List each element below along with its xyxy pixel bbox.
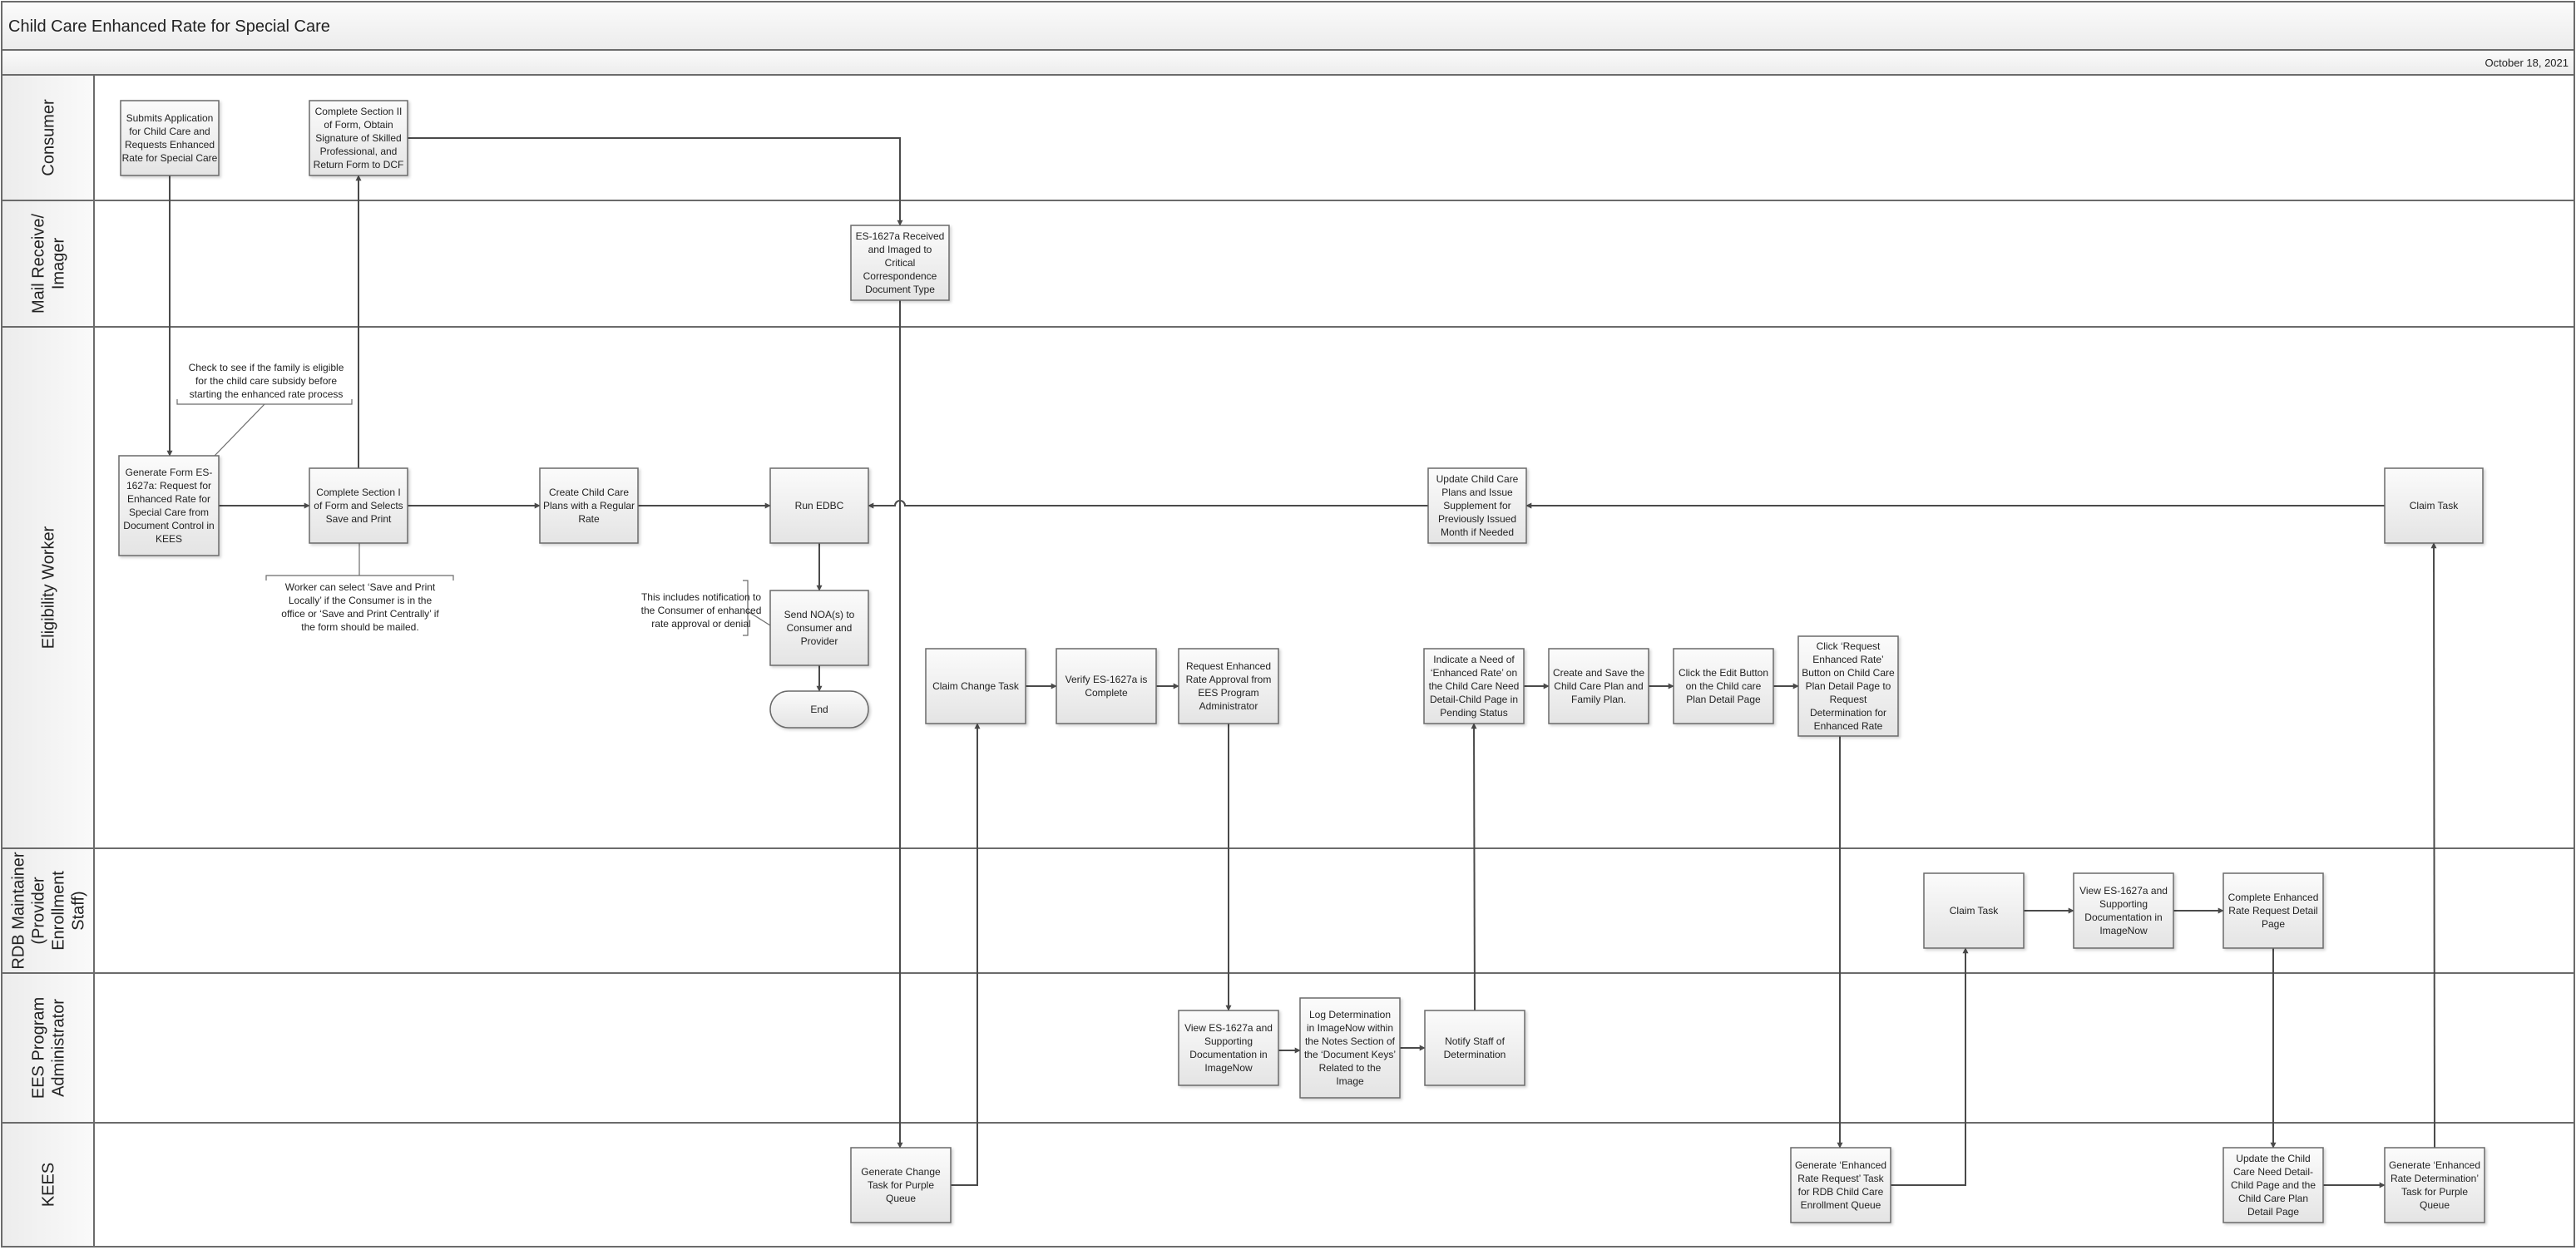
step-update-need-detail: Update the Child Care Need Detail-Child P… <box>2222 1147 2324 1223</box>
lane-body <box>1 1122 2575 1248</box>
step-label: Run EDBC <box>795 500 844 511</box>
step-claim-task-rdb: Claim Task <box>1923 872 2025 949</box>
step-request-approval: Request Enhanced Rate Approval from EES Pr… <box>1178 648 1279 724</box>
step-gen-request-task: Generate ‘Enhanced Rate Request’ Task for … <box>1790 1147 1891 1223</box>
step-click-request: Click ‘Request Enhanced Rate’ Button on Ch… <box>1797 635 1899 737</box>
step-notify-staff: Notify Staff of Determination <box>1424 1010 1525 1086</box>
step-submit-app: Submits Application for Child Care and Req… <box>120 100 220 176</box>
lane-ees: EES Program Administrator <box>1 972 2575 1124</box>
step-label: End <box>810 704 828 715</box>
step-label: Click ‘Request Enhanced Rate’ Button on Ch… <box>1802 640 1895 732</box>
lane-body <box>1 200 2575 328</box>
step-click-edit: Click the Edit Button on the Child care Pl… <box>1673 648 1774 724</box>
step-label: Claim Task <box>1950 905 1999 917</box>
step-label: Update Child Care Plans and Issue Suppleme… <box>1436 473 1519 538</box>
diagram-date: October 18, 2021 <box>2485 57 2569 69</box>
step-view-es-rdb: View ES-1627a and Supporting Documentation… <box>2073 872 2174 949</box>
step-send-noa: Send NOA(s) to Consumer and Provider <box>769 590 869 666</box>
lane-header <box>1 200 95 328</box>
diagram-title: Child Care Enhanced Rate for Special Car… <box>8 17 330 36</box>
step-update-plans: Update Child Care Plans and Issue Suppleme… <box>1427 467 1527 544</box>
lane-header <box>1 972 95 1124</box>
step-label: Complete Section II of Form, Obtain Signat… <box>314 106 404 170</box>
step-log-determination: Log Determination in ImageNow within the N… <box>1299 997 1401 1099</box>
step-complete-sec2: Complete Section II of Form, Obtain Signat… <box>309 100 408 176</box>
swimlane-diagram: Child Care Enhanced Rate for Special Car… <box>1 1 2575 1248</box>
swimlanes: Consumer Mail Receive/Imager Eligibility W… <box>1 74 2575 1248</box>
step-claim-change: Claim Change Task <box>925 648 1026 724</box>
step-generate-form: Generate Form ES-1627a: Request for Enhan… <box>118 455 220 556</box>
step-label: Complete Section Iof Form and Selects Sav… <box>314 487 403 525</box>
step-gen-change-task: Generate Change Task for Purple Queue <box>850 1147 952 1223</box>
process-box <box>1424 1010 1525 1086</box>
step-complete-sec1: Complete Section Iof Form and Selects Sav… <box>309 467 408 544</box>
step-complete-enhanced: Complete Enhanced Rate Request Detail Page <box>2222 872 2324 949</box>
lane-body <box>1 972 2575 1124</box>
step-gen-determination-task: Generate ‘Enhanced Rate Determination’ Tas… <box>2384 1147 2485 1223</box>
flow-gen-determination-to-claim-ew <box>2430 542 2437 1149</box>
annotation-text: This includes notification to the Consume… <box>641 591 762 630</box>
step-end: End <box>769 690 869 729</box>
step-view-es-ees: View ES-1627a and Supporting Documentation… <box>1178 1010 1279 1086</box>
process-box <box>1056 648 1157 724</box>
step-label: Indicate a Need of ‘Enhanced Rate’ on the … <box>1429 654 1520 719</box>
lane-kees: KEES <box>1 1122 2575 1248</box>
step-label: Claim Change Task <box>932 680 1020 692</box>
step-create-save: Create and Save the Child Care Plan and Fa… <box>1548 648 1649 724</box>
lane-mail: Mail Receive/Imager <box>1 200 2575 328</box>
step-create-plans: Create Child Care Plans with a Regular Rat… <box>539 467 639 544</box>
step-claim-task-ew: Claim Task <box>2384 467 2484 544</box>
step-label: Claim Task <box>2410 500 2459 511</box>
step-verify: Verify ES-1627a is Complete <box>1056 648 1157 724</box>
title-bar <box>1 1 2575 51</box>
step-es-received: ES-1627a Received and Imaged to Critical Co… <box>850 225 950 301</box>
step-run-edbc: Run EDBC <box>769 467 869 544</box>
lane-label: KEES <box>40 1163 58 1207</box>
step-label: Click the Edit Button on the Child care Pl… <box>1679 667 1768 705</box>
step-indicate-need: Indicate a Need of ‘Enhanced Rate’ on the … <box>1423 648 1525 724</box>
lane-label: Consumer <box>40 99 58 176</box>
lane-label: Eligibility Worker <box>40 526 58 649</box>
flow-notify-to-indicate <box>1471 723 1477 1011</box>
annotation-text: Check to see if the family is eligible fo… <box>189 362 344 400</box>
date-bar <box>1 49 2575 76</box>
